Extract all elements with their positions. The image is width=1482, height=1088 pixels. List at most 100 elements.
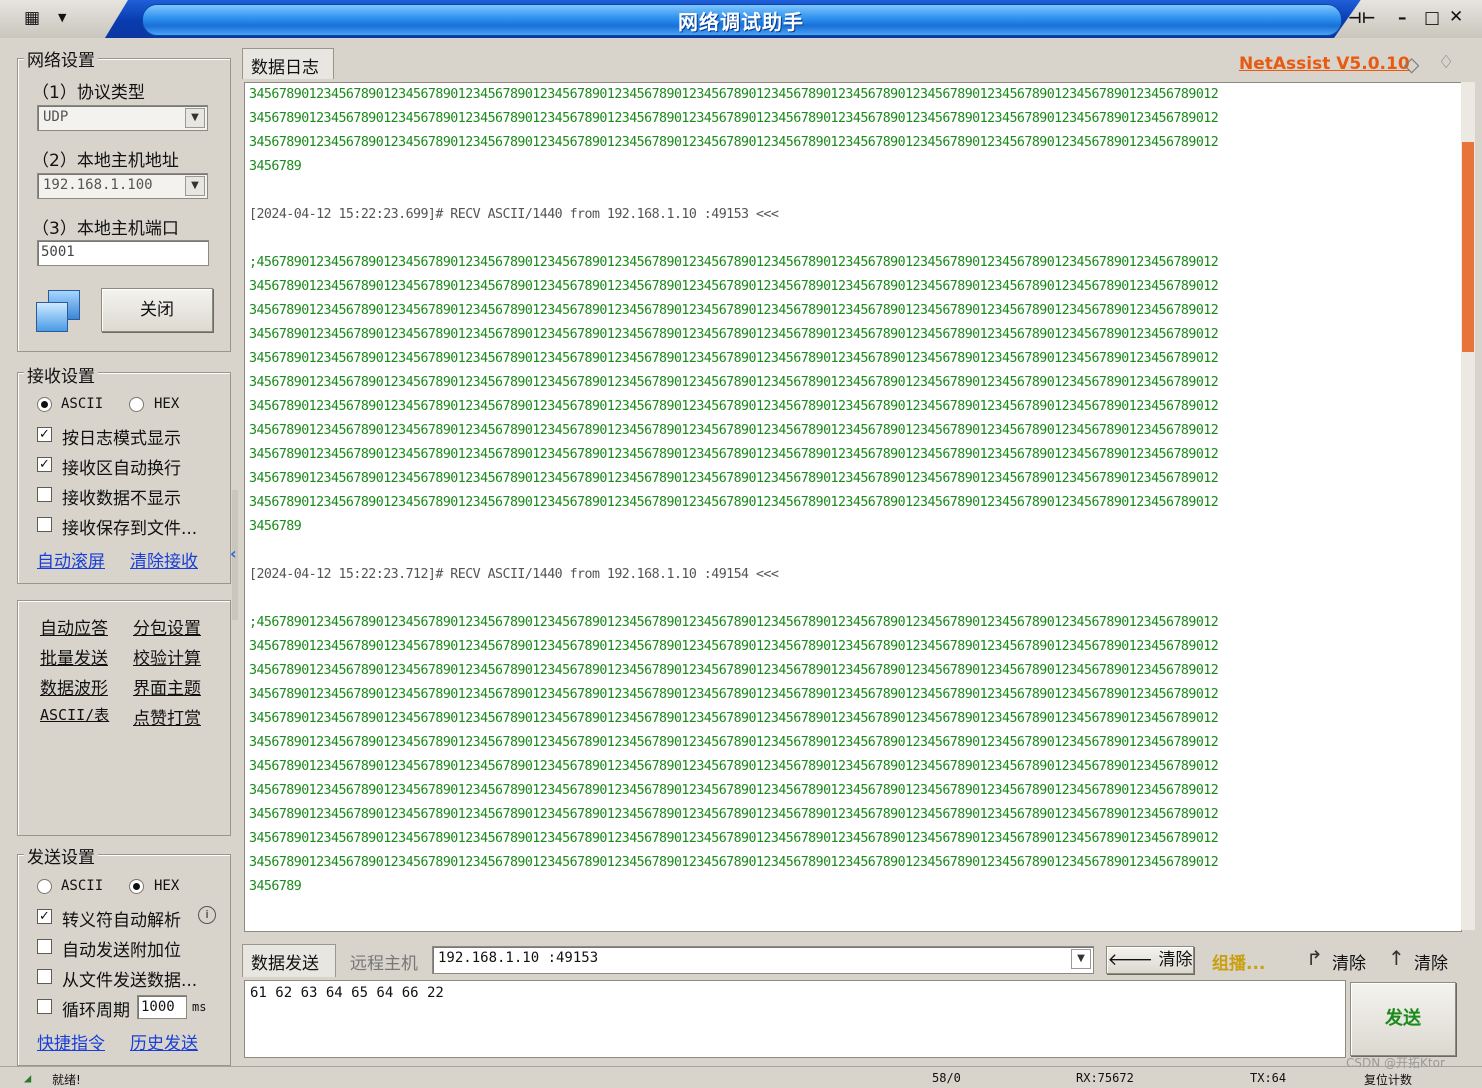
shortcut-link[interactable]: 快捷指令 [37,1029,105,1054]
batch-send-link[interactable]: 批量发送 [40,644,108,669]
info-icon[interactable]: i [198,906,216,924]
arrow-left-icon: 🡐 [1107,950,1154,970]
log-data-line: 3456789012345678901234567890123456789012… [249,135,1219,150]
log-header-line: [2024-04-12 15:22:23.712]# RECV ASCII/14… [249,567,779,582]
log-data-line: 3456789012345678901234567890123456789012… [249,399,1219,414]
log-data-line: 3456789012345678901234567890123456789012… [249,831,1219,846]
status-count: 58/0 [932,1071,961,1085]
auto-reply-link[interactable]: 自动应答 [40,614,108,639]
chevron-down-icon[interactable]: ▼ [185,108,205,128]
protocol-select[interactable]: UDP ▼ [37,105,208,131]
bell-icon[interactable]: ♢ [1438,52,1454,73]
log-mode-checkbox[interactable]: ✓ [37,427,52,442]
close-icon[interactable]: ✕ [1449,7,1463,27]
escape-parse-label: 转义符自动解析 [62,911,181,931]
save-file-checkbox[interactable] [37,517,52,532]
ascii-table-link[interactable]: ASCII/表 [40,704,109,725]
port-input[interactable]: 5001 [37,240,209,266]
escape-parse-checkbox[interactable]: ✓ [37,909,52,924]
waveform-link[interactable]: 数据波形 [40,674,108,699]
log-data-line: 3456789012345678901234567890123456789012… [249,279,1219,294]
clear-remote-label: 清除 [1158,950,1193,970]
port-value: 5001 [41,244,75,260]
send-input[interactable]: 61 62 63 64 65 64 66 22 [244,980,1346,1058]
log-data-line: 3456789012345678901234567890123456789012… [249,327,1219,342]
cycle-input[interactable]: 1000 [137,995,187,1019]
status-ready: 就绪! [52,1073,81,1087]
connection-icon [34,288,82,334]
clear-all-button[interactable]: 清除 [1414,949,1448,974]
log-mode-label: 按日志模式显示 [62,429,181,449]
tab-data-log-label: 数据日志 [251,58,319,78]
auto-wrap-label: 接收区自动换行 [62,459,181,479]
history-link[interactable]: 历史发送 [130,1029,198,1054]
remote-host-value: 192.168.1.10 :49153 [438,950,599,966]
undo-arrow-icon: ↱ [1306,946,1323,970]
checksum-link[interactable]: 校验计算 [133,644,201,669]
hide-data-checkbox[interactable] [37,487,52,502]
log-data-line: 3456789012345678901234567890123456789012… [249,735,1219,750]
log-data-line: 3456789012345678901234567890123456789012… [249,111,1219,126]
receive-ascii-radio[interactable] [37,397,52,412]
clear-remote-button[interactable]: 🡐 清除 [1106,946,1194,974]
log-data-line: 3456789012345678901234567890123456789012… [249,855,1219,870]
from-file-checkbox[interactable] [37,969,52,984]
auto-scroll-link[interactable]: 自动滚屏 [37,547,105,572]
host-label: （2）本地主机地址 [32,151,179,171]
send-ascii-label: ASCII [61,878,104,894]
log-data-line: ;456789012345678901234567890123456789012… [249,255,1219,270]
hide-data-label: 接收数据不显示 [62,489,181,509]
log-data-line: 3456789012345678901234567890123456789012… [249,351,1219,366]
status-tx: TX:64 [1250,1071,1287,1085]
network-settings-title: 网络设置 [24,46,98,71]
protocol-value: UDP [43,109,69,125]
packet-settings-link[interactable]: 分包设置 [133,614,201,639]
receive-hex-label: HEX [154,396,180,412]
multicast-button[interactable]: 组播... [1212,949,1265,974]
log-scrollbar[interactable] [1461,82,1475,930]
clear-receive-link[interactable]: 清除接收 [130,547,198,572]
cycle-label: 循环周期 [62,1001,130,1021]
receive-log[interactable]: 3456789012345678901234567890123456789012… [244,82,1462,932]
send-hex-radio[interactable] [129,879,144,894]
log-data-line: 3456789012345678901234567890123456789012… [249,639,1219,654]
log-data-line: 3456789012345678901234567890123456789012… [249,663,1219,678]
chevron-down-icon[interactable]: ▼ [185,176,205,196]
send-ascii-radio[interactable] [37,879,52,894]
send-text: 61 62 63 64 65 64 66 22 [250,985,444,1001]
auto-wrap-checkbox[interactable]: ✓ [37,457,52,472]
log-data-line: 3456789012345678901234567890123456789012… [249,759,1219,774]
maximize-icon[interactable]: □ [1424,8,1440,28]
receive-hex-radio[interactable] [129,397,144,412]
cycle-value: 1000 [141,999,175,1015]
status-bar: ◢ 就绪! 58/0 RX:75672 TX:64 复位计数 [0,1066,1482,1087]
log-scrollbar-thumb[interactable] [1462,142,1474,352]
donate-link[interactable]: 点赞打赏 [133,704,201,729]
diamond-icon[interactable]: ◇ [1404,52,1419,76]
status-icon: ◢ [24,1071,32,1085]
pin-icon[interactable]: ⊣⊢ [1348,9,1375,27]
collapse-panel-icon[interactable]: ‹ [230,544,237,563]
tab-data-send-label: 数据发送 [251,954,319,974]
tab-data-log[interactable]: 数据日志 [242,48,334,79]
host-select[interactable]: 192.168.1.100 ▼ [37,173,208,199]
cycle-checkbox[interactable] [37,999,52,1014]
append-check-label: 自动发送附加位 [62,941,181,961]
status-rx: RX:75672 [1076,1071,1134,1085]
remote-host-select[interactable]: 192.168.1.10 :49153 ▼ [432,946,1094,974]
clear-send-button[interactable]: 清除 [1332,949,1366,974]
reset-count-button[interactable]: 复位计数 [1364,1071,1412,1088]
title-bar: ▦ ▼ 网络调试助手 ⊣⊢ – □ ✕ [0,0,1482,38]
save-file-label: 接收保存到文件... [62,519,198,539]
send-button[interactable]: 发送 [1350,982,1456,1056]
append-check-checkbox[interactable] [37,939,52,954]
minimize-icon[interactable]: – [1398,8,1407,28]
version-link[interactable]: NetAssist V5.0.10 [1239,54,1410,74]
theme-link[interactable]: 界面主题 [133,674,201,699]
chevron-down-icon[interactable]: ▼ [1071,949,1091,969]
tab-data-send[interactable]: 数据发送 [242,944,336,977]
host-value: 192.168.1.100 [43,177,153,193]
log-header-line: [2024-04-12 15:22:23.699]# RECV ASCII/14… [249,207,779,222]
log-data-line: 3456789012345678901234567890123456789012… [249,711,1219,726]
close-connection-button[interactable]: 关闭 [101,288,213,332]
